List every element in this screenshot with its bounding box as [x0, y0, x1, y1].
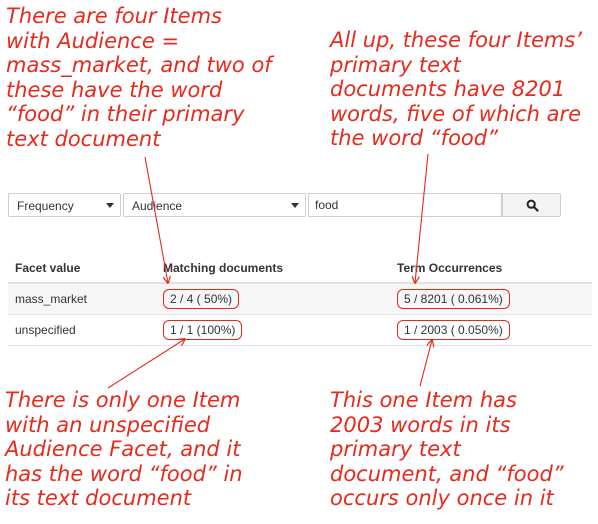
arrow-top-right	[415, 153, 429, 283]
arrow-top-left	[144, 156, 168, 283]
arrow-bottom-left	[107, 339, 185, 389]
arrow-bottom-right	[419, 340, 432, 387]
annotation-arrows	[107, 153, 598, 389]
